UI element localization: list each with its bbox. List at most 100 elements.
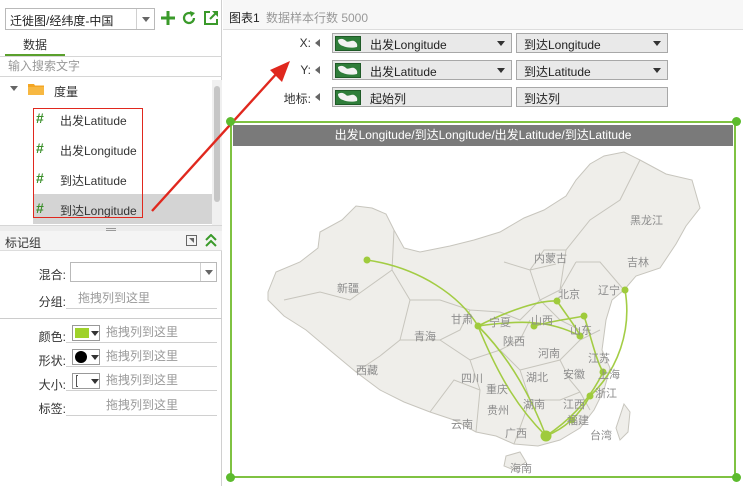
color-drop-zone[interactable]: 拖拽列到这里 [66, 323, 217, 343]
y-axis-label: Y: [300, 63, 311, 77]
tree-group-measures[interactable]: 度量 [0, 80, 212, 100]
province-label: 山东 [570, 325, 592, 337]
collapse-left-icon[interactable] [315, 66, 320, 74]
province-label: 山西 [531, 315, 553, 327]
y-from-field[interactable]: 出发Latitude [332, 60, 512, 80]
refresh-icon[interactable] [181, 10, 197, 26]
province-label: 江苏 [588, 353, 610, 365]
field-label: 到达Latitude [60, 174, 127, 188]
size-drop-zone[interactable]: 拖拽列到这里 [66, 371, 217, 391]
resize-handle-bottom-right[interactable] [732, 473, 741, 482]
tag-icon[interactable] [186, 235, 197, 246]
resize-handle-top-left[interactable] [226, 117, 235, 126]
tag-label: 标签: [38, 402, 66, 416]
province-label: 湖北 [526, 372, 548, 384]
field-label: 到达Longitude [60, 204, 137, 218]
province-label: 上海 [598, 369, 620, 381]
province-label: 安徽 [563, 369, 585, 381]
export-icon[interactable] [203, 10, 219, 26]
chevron-down-icon[interactable] [653, 68, 661, 73]
x-to-field[interactable]: 到达Longitude [516, 33, 668, 53]
landmark-to-field[interactable]: 到达列 [516, 87, 668, 107]
resize-handle-top-right[interactable] [732, 117, 741, 126]
landmark-from-label: 起始列 [370, 92, 407, 106]
expand-caret-icon[interactable] [10, 86, 18, 91]
province-label: 四川 [461, 373, 483, 385]
divider [0, 318, 222, 319]
left-panel: 迁徙图/经纬度-中国 数据 输入搜索文字 度量 # 出发Latitude # 出… [0, 0, 222, 486]
x-from-field[interactable]: 出发Longitude [332, 33, 512, 53]
size-label: 大小: [38, 378, 66, 392]
chevron-down-icon[interactable] [497, 41, 505, 46]
province-label: 黑龙江 [630, 215, 663, 227]
sample-row-info: 数据样本行数 5000 [266, 11, 369, 25]
province-label: 台湾 [590, 430, 612, 442]
province-label: 宁夏 [489, 317, 511, 329]
y-to-field[interactable]: 到达Latitude [516, 60, 668, 80]
shape-label: 形状: [38, 354, 66, 368]
province-label: 江西 [563, 399, 585, 411]
province-label: 甘肃 [451, 314, 473, 326]
province-label: 浙江 [595, 388, 617, 400]
collapse-left-icon[interactable] [315, 93, 320, 101]
measure-hash-icon: # [36, 110, 44, 126]
chart-title: 出发Longitude/到达Longitude/出发Latitude/到达Lat… [233, 125, 733, 146]
field-label: 出发Longitude [60, 144, 137, 158]
x-to-label: 到达Longitude [524, 38, 601, 52]
province-label: 北京 [558, 289, 580, 301]
scrollbar-thumb[interactable] [214, 86, 220, 202]
measure-hash-icon: # [36, 200, 44, 216]
chart-tab-title[interactable]: 图表1 [229, 9, 260, 26]
tab-data[interactable]: 数据 [5, 35, 65, 56]
collapse-left-icon[interactable] [315, 39, 320, 47]
province-label: 内蒙古 [534, 253, 567, 265]
field-item-to-latitude[interactable]: # 到达Latitude [33, 164, 212, 194]
add-icon[interactable] [160, 10, 176, 26]
shape-drop-zone[interactable]: 拖拽列到这里 [66, 347, 217, 367]
resize-handle-bottom-left[interactable] [226, 473, 235, 482]
search-input[interactable]: 输入搜索文字 [0, 57, 222, 77]
mix-select[interactable] [70, 262, 217, 282]
province-label: 贵州 [487, 405, 509, 417]
collapse-up-icon[interactable] [205, 234, 217, 247]
province-label: 云南 [451, 419, 473, 431]
province-label: 海南 [510, 463, 532, 475]
field-item-from-latitude[interactable]: # 出发Latitude [33, 104, 212, 134]
province-label: 西藏 [356, 365, 378, 377]
chevron-down-icon[interactable] [653, 41, 661, 46]
grip-icon [106, 228, 116, 229]
landmark-from-field[interactable]: 起始列 [332, 87, 512, 107]
x-axis-label: X: [299, 36, 311, 50]
chevron-down-icon [142, 17, 150, 22]
group-label: 分组: [38, 295, 66, 309]
tree-group-label: 度量 [54, 85, 79, 99]
x-from-label: 出发Longitude [370, 38, 447, 52]
province-label: 新疆 [337, 283, 359, 295]
chart-header-bar: 图表1 数据样本行数 5000 [223, 0, 743, 30]
color-label: 颜色: [38, 330, 66, 344]
field-list-scrollbar[interactable] [212, 80, 222, 225]
province-label: 辽宁 [598, 285, 620, 297]
mark-group-header: 标记组 [0, 231, 222, 251]
province-label: 陕西 [503, 336, 525, 348]
field-item-to-longitude[interactable]: # 到达Longitude [33, 194, 212, 224]
province-label: 湖南 [523, 399, 545, 411]
landmark-label: 地标: [283, 92, 311, 106]
mix-dropdown-arrow[interactable] [200, 263, 216, 281]
field-item-from-longitude[interactable]: # 出发Longitude [33, 134, 212, 164]
chevron-down-icon[interactable] [497, 68, 505, 73]
chart-frame[interactable] [230, 121, 736, 478]
province-label: 青海 [414, 331, 436, 343]
tag-drop-zone[interactable]: 拖拽列到这里 [66, 396, 217, 416]
province-label: 广西 [505, 428, 527, 440]
province-label: 河南 [538, 348, 560, 360]
province-label: 福建 [567, 415, 589, 427]
chart-type-dropdown-arrow[interactable] [136, 9, 154, 29]
mix-label: 混合: [38, 268, 66, 282]
y-to-label: 到达Latitude [524, 65, 591, 79]
mark-group-title: 标记组 [5, 236, 42, 250]
province-label: 吉林 [627, 257, 649, 269]
map-icon [335, 36, 361, 51]
group-drop-zone[interactable]: 拖拽列到这里 [66, 289, 217, 309]
chart-type-select[interactable]: 迁徙图/经纬度-中国 [5, 8, 155, 30]
